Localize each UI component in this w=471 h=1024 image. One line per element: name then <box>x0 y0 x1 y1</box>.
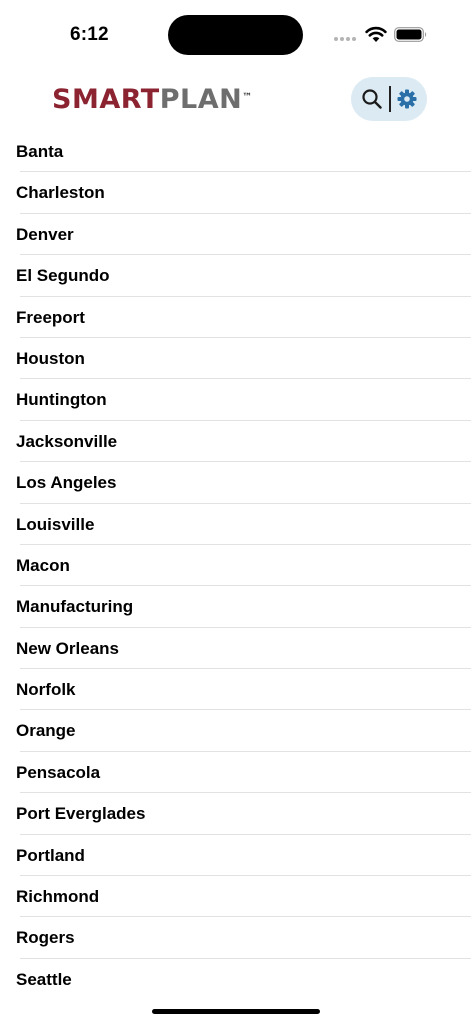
list-item[interactable]: Portland <box>16 835 471 877</box>
list-item[interactable]: Manufacturing <box>16 586 471 628</box>
list-item-label: Port Everglades <box>16 804 146 824</box>
list-item-label: Denver <box>16 224 74 244</box>
wifi-icon <box>365 26 387 42</box>
list-item[interactable]: Freeport <box>16 297 471 338</box>
location-list: Banta Charleston Denver El Segundo Freep… <box>0 131 471 1000</box>
list-item[interactable]: Banta <box>16 131 471 173</box>
list-item-label: Banta <box>16 142 64 161</box>
list-item[interactable]: Huntington <box>16 379 471 421</box>
logo-primary-text: SMART <box>52 84 160 115</box>
gear-icon[interactable] <box>396 88 418 110</box>
list-item[interactable]: Los Angeles <box>16 462 471 504</box>
logo-trademark: ™ <box>242 92 253 103</box>
list-item-label: Rogers <box>16 928 75 948</box>
list-item[interactable]: Port Everglades <box>16 793 471 835</box>
list-item-label: Richmond <box>16 887 100 907</box>
list-item-label: Pensacola <box>16 762 101 782</box>
cellular-signal-icon <box>334 37 356 41</box>
list-item-label: El Segundo <box>16 266 110 286</box>
list-item-label: Manufacturing <box>16 597 134 617</box>
dynamic-island <box>168 15 303 55</box>
list-item-label: Los Angeles <box>16 473 117 493</box>
list-item-label: Houston <box>16 348 85 368</box>
status-bar: 6:12 <box>0 0 471 66</box>
list-item[interactable]: Rogers <box>16 917 471 959</box>
app-header: SMARTPLAN™ <box>0 66 471 132</box>
battery-icon <box>394 27 427 42</box>
list-item[interactable]: Charleston <box>16 172 471 214</box>
list-item[interactable]: Seattle <box>16 959 471 1000</box>
list-item[interactable]: Orange <box>16 710 471 752</box>
action-divider <box>389 86 391 112</box>
status-time: 6:12 <box>70 24 109 45</box>
list-item[interactable]: Louisville <box>16 504 471 545</box>
list-item-label: Jacksonville <box>16 431 118 451</box>
logo-secondary-text: PLAN <box>159 84 243 115</box>
list-item[interactable]: Macon <box>16 545 471 587</box>
list-item-label: Seattle <box>16 969 72 989</box>
list-item-label: Louisville <box>16 514 95 534</box>
header-action-pill <box>351 77 427 121</box>
list-item-label: Orange <box>16 721 76 741</box>
list-item-label: Norfolk <box>16 680 76 700</box>
list-item-label: Macon <box>16 555 70 575</box>
list-item-label: Huntington <box>16 390 107 410</box>
list-item[interactable]: Denver <box>16 214 471 256</box>
list-item-label: Freeport <box>16 307 85 327</box>
list-item[interactable]: Jacksonville <box>16 421 471 463</box>
list-item[interactable]: Pensacola <box>16 752 471 794</box>
list-item[interactable]: New Orleans <box>16 628 471 670</box>
list-item[interactable]: Norfolk <box>16 669 471 711</box>
home-indicator[interactable] <box>152 1009 320 1014</box>
list-item[interactable]: Houston <box>16 338 471 380</box>
list-item[interactable]: Richmond <box>16 876 471 918</box>
search-icon[interactable] <box>361 88 383 110</box>
list-item[interactable]: El Segundo <box>16 255 471 297</box>
list-item-label: Portland <box>16 845 85 865</box>
list-item-label: New Orleans <box>16 638 119 658</box>
list-item-label: Charleston <box>16 183 105 203</box>
app-logo: SMARTPLAN™ <box>52 84 253 116</box>
